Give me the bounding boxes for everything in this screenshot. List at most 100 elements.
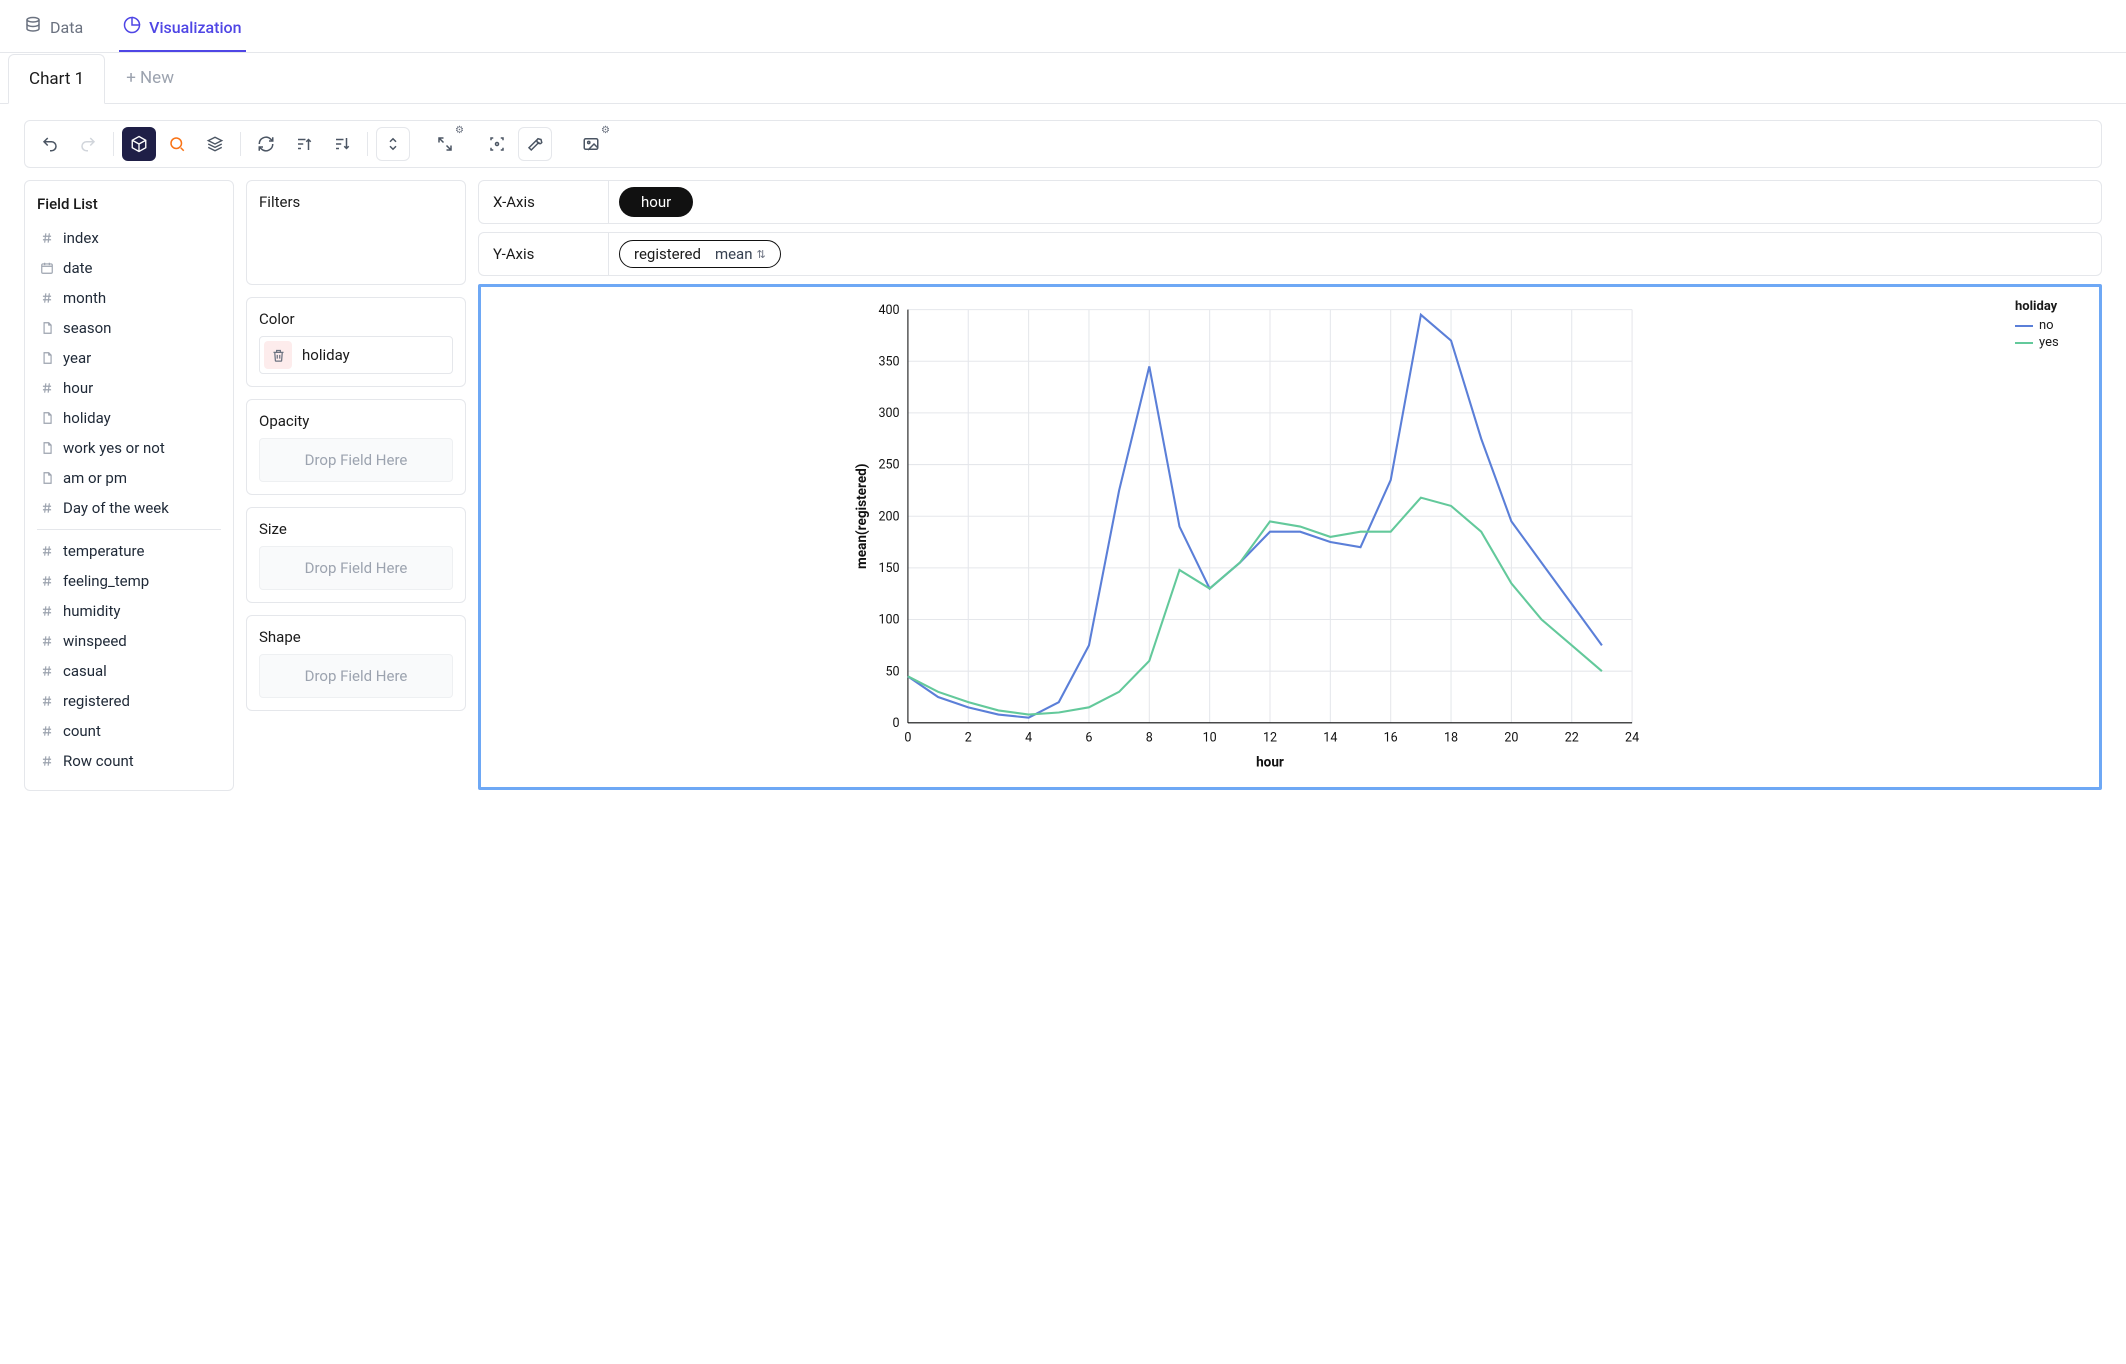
size-panel[interactable]: Size Drop Field Here xyxy=(246,507,466,603)
legend-title: holiday xyxy=(2015,299,2087,314)
svg-text:mean(registered): mean(registered) xyxy=(854,463,870,569)
field-item[interactable]: hour xyxy=(37,373,221,403)
field-item[interactable]: Day of the week xyxy=(37,493,221,523)
field-item[interactable]: registered xyxy=(37,686,221,716)
field-item[interactable]: casual xyxy=(37,656,221,686)
field-label: humidity xyxy=(63,602,120,620)
field-item[interactable]: count xyxy=(37,716,221,746)
svg-text:300: 300 xyxy=(878,406,899,421)
viewport-button[interactable] xyxy=(480,127,514,161)
field-label: year xyxy=(63,349,91,367)
field-item[interactable]: temperature xyxy=(37,536,221,566)
database-icon xyxy=(24,16,42,38)
hash-icon xyxy=(39,664,55,678)
image-export-button[interactable]: ⚙ xyxy=(574,127,608,161)
field-item[interactable]: feeling_temp xyxy=(37,566,221,596)
field-item[interactable]: am or pm xyxy=(37,463,221,493)
field-item[interactable]: month xyxy=(37,283,221,313)
sort-asc-button[interactable] xyxy=(287,127,321,161)
field-item[interactable]: season xyxy=(37,313,221,343)
expand-button[interactable]: ⚙ xyxy=(428,127,462,161)
shape-drop[interactable]: Drop Field Here xyxy=(259,654,453,698)
encoding-column: Filters Color holiday Opacity Drop Field… xyxy=(246,180,466,711)
chart-icon xyxy=(123,16,141,38)
opacity-panel[interactable]: Opacity Drop Field Here xyxy=(246,399,466,495)
field-label: Row count xyxy=(63,752,134,770)
color-value: holiday xyxy=(302,346,350,364)
chart-legend: holiday noyes xyxy=(2007,295,2087,779)
field-item[interactable]: winspeed xyxy=(37,626,221,656)
field-label: am or pm xyxy=(63,469,127,487)
field-item[interactable]: holiday xyxy=(37,403,221,433)
chart-canvas[interactable]: 0501001502002503003504000246810121416182… xyxy=(478,284,2102,790)
svg-text:20: 20 xyxy=(1504,731,1518,746)
color-pill[interactable]: holiday xyxy=(259,336,453,374)
document-icon xyxy=(39,411,55,425)
sort-desc-button[interactable] xyxy=(325,127,359,161)
legend-swatch xyxy=(2015,325,2033,327)
field-item[interactable]: humidity xyxy=(37,596,221,626)
svg-text:18: 18 xyxy=(1444,731,1458,746)
axis-toggle-button[interactable] xyxy=(376,127,410,161)
refresh-button[interactable] xyxy=(249,127,283,161)
hash-icon xyxy=(39,634,55,648)
filters-panel[interactable]: Filters xyxy=(246,180,466,285)
y-axis-agg[interactable]: mean xyxy=(715,245,766,263)
tab-visualization-label: Visualization xyxy=(149,18,241,37)
tab-data-label: Data xyxy=(50,18,83,37)
tab-visualization[interactable]: Visualization xyxy=(119,8,245,52)
field-label: feeling_temp xyxy=(63,572,149,590)
x-axis-pill[interactable]: hour xyxy=(619,187,693,217)
field-item[interactable]: year xyxy=(37,343,221,373)
document-icon xyxy=(39,351,55,365)
svg-text:hour: hour xyxy=(1256,755,1284,771)
shape-panel[interactable]: Shape Drop Field Here xyxy=(246,615,466,711)
field-item[interactable]: index xyxy=(37,223,221,253)
field-label: holiday xyxy=(63,409,111,427)
hash-icon xyxy=(39,501,55,515)
filters-title: Filters xyxy=(259,193,453,211)
field-label: count xyxy=(63,722,101,740)
chart-tab-1[interactable]: Chart 1 xyxy=(8,54,105,104)
cube-button[interactable] xyxy=(122,127,156,161)
field-label: work yes or not xyxy=(63,439,165,457)
y-axis-pill[interactable]: registered mean xyxy=(619,240,781,268)
opacity-drop[interactable]: Drop Field Here xyxy=(259,438,453,482)
tab-data[interactable]: Data xyxy=(20,8,87,52)
shape-title: Shape xyxy=(259,628,453,646)
hash-icon xyxy=(39,604,55,618)
y-axis-label: Y-Axis xyxy=(479,233,609,275)
document-icon xyxy=(39,441,55,455)
document-icon xyxy=(39,321,55,335)
redo-button[interactable] xyxy=(71,127,105,161)
svg-text:4: 4 xyxy=(1025,731,1032,746)
svg-text:150: 150 xyxy=(878,561,899,576)
hash-icon xyxy=(39,291,55,305)
field-label: winspeed xyxy=(63,632,127,650)
size-drop[interactable]: Drop Field Here xyxy=(259,546,453,590)
field-item[interactable]: work yes or not xyxy=(37,433,221,463)
legend-label: yes xyxy=(2039,335,2059,350)
field-item[interactable]: Row count xyxy=(37,746,221,776)
chart-tab-new[interactable]: + New xyxy=(105,53,195,103)
hash-icon xyxy=(39,694,55,708)
legend-swatch xyxy=(2015,342,2033,344)
delete-color-button[interactable] xyxy=(264,341,292,369)
x-axis-label: X-Axis xyxy=(479,181,609,223)
field-label: Day of the week xyxy=(63,499,169,517)
undo-button[interactable] xyxy=(33,127,67,161)
svg-text:6: 6 xyxy=(1085,731,1092,746)
field-item[interactable]: date xyxy=(37,253,221,283)
svg-text:400: 400 xyxy=(878,303,899,318)
top-nav: Data Visualization xyxy=(0,0,2126,53)
y-axis-row: Y-Axis registered mean xyxy=(478,232,2102,276)
field-label: date xyxy=(63,259,92,277)
wrench-button[interactable] xyxy=(518,127,552,161)
color-panel[interactable]: Color holiday xyxy=(246,297,466,387)
svg-text:350: 350 xyxy=(878,354,899,369)
layers-button[interactable] xyxy=(198,127,232,161)
chart-tabs: Chart 1 + New xyxy=(0,53,2126,104)
zoom-button[interactable] xyxy=(160,127,194,161)
x-axis-row: X-Axis hour xyxy=(478,180,2102,224)
document-icon xyxy=(39,471,55,485)
